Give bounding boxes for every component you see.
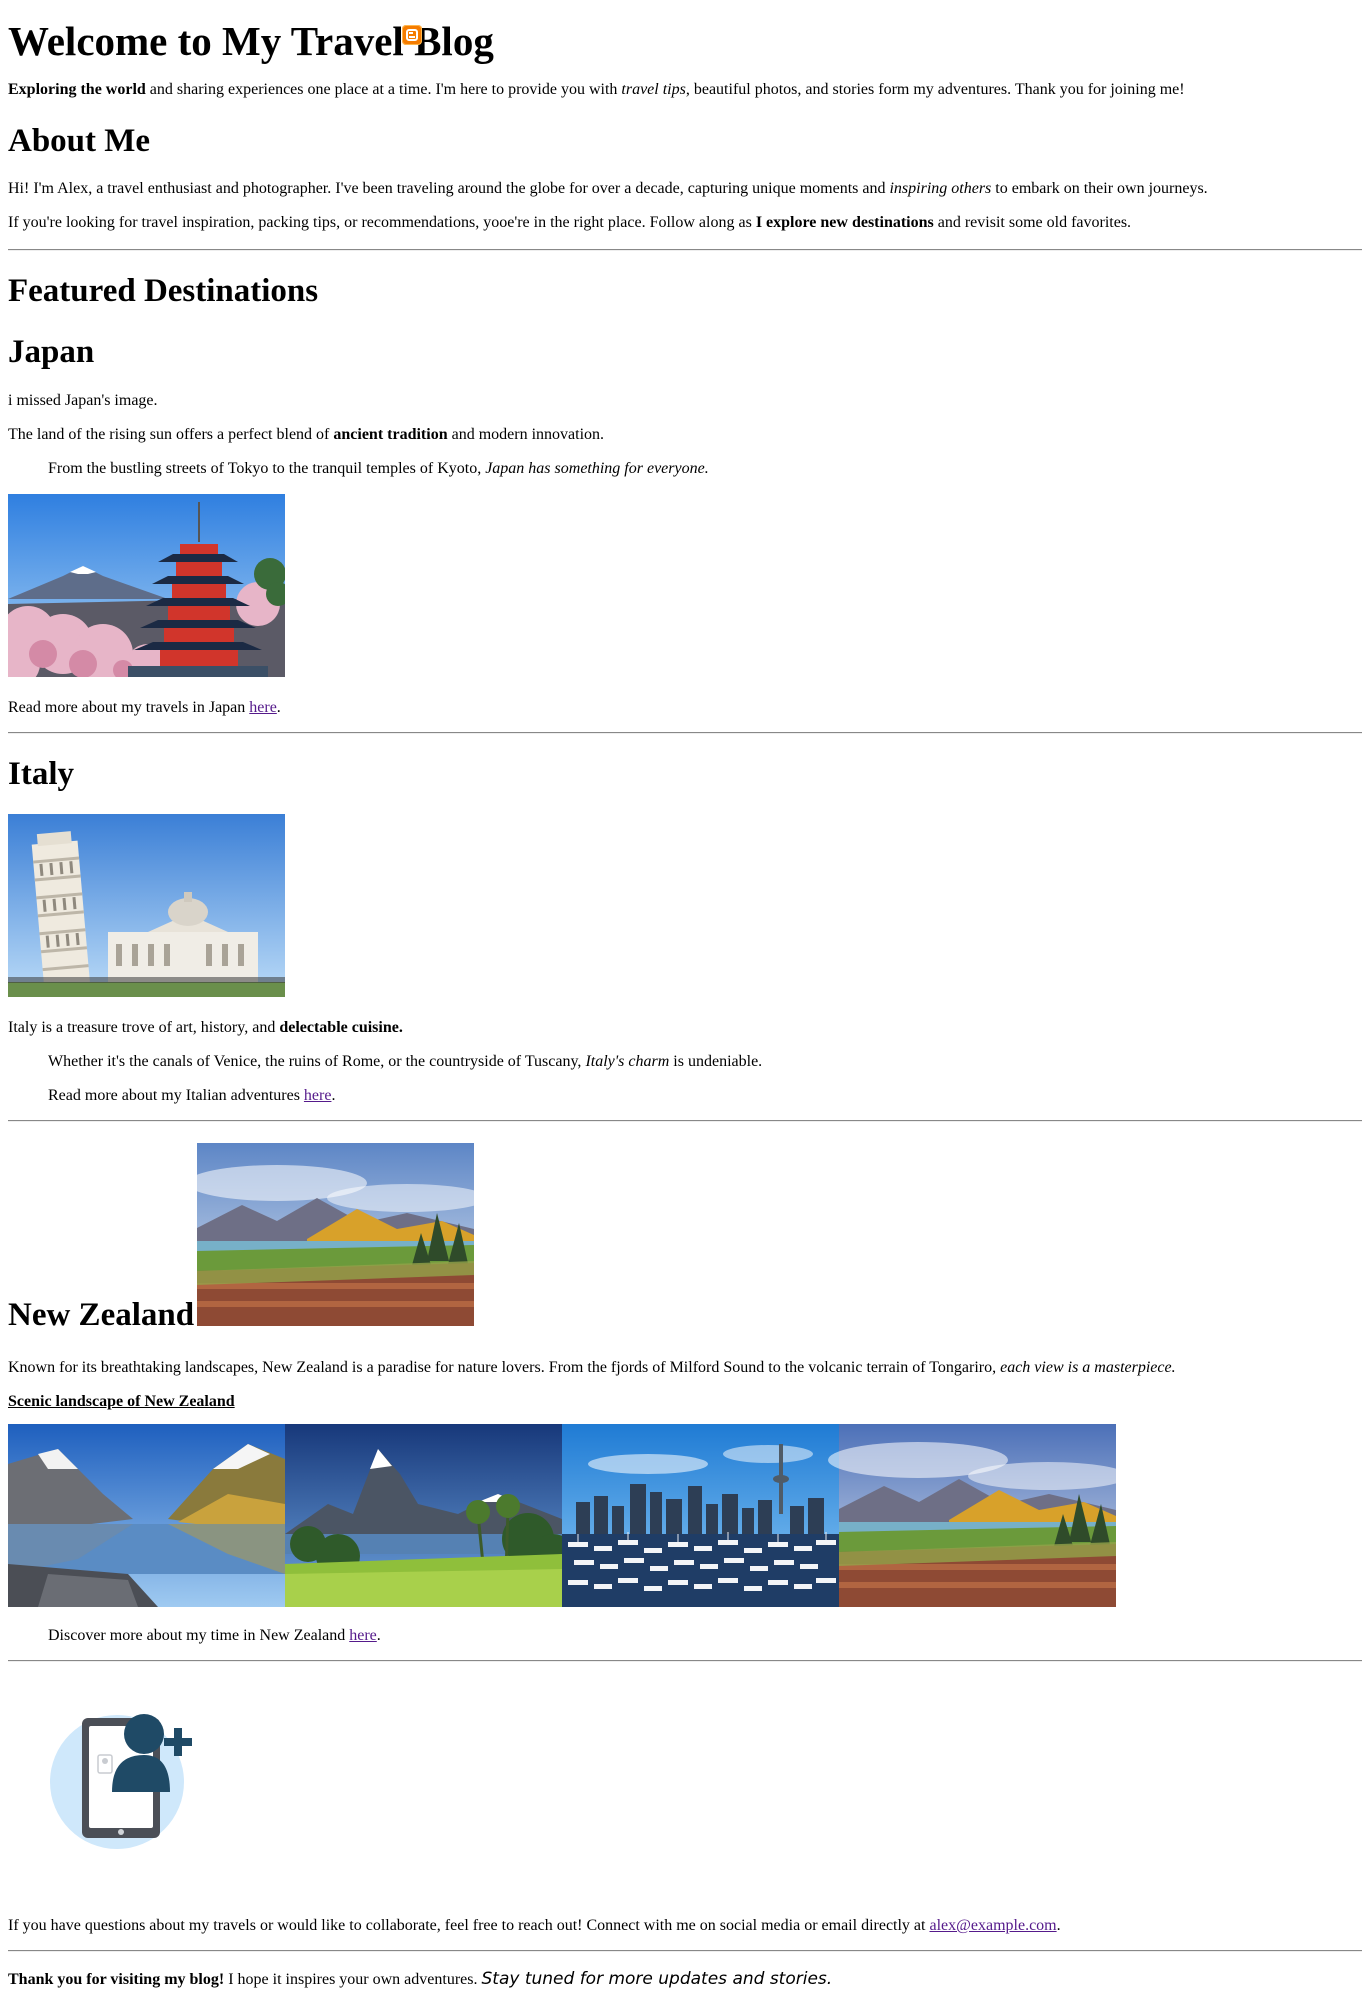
nz-discover-link[interactable]: here bbox=[349, 1627, 377, 1644]
footer-italic: Stay tuned for more updates and stories. bbox=[481, 1969, 833, 1989]
nz-gallery-milford-image bbox=[8, 1424, 285, 1607]
italy-paragraph-2: Whether it's the canals of Venice, the r… bbox=[48, 1053, 762, 1071]
italy-p2-text-1: Whether it's the canals of Venice, the r… bbox=[48, 1053, 586, 1070]
divider bbox=[8, 1950, 1362, 1952]
italy-read-more-text: Read more about my Italian adventures bbox=[48, 1087, 304, 1104]
japan-p2-italic: Japan has something for everyone. bbox=[485, 460, 709, 477]
footer-text: I hope it inspires your own adventures. bbox=[224, 1971, 482, 1988]
italy-p2-italic: Italy's charm bbox=[585, 1053, 670, 1070]
italy-heading: Italy bbox=[8, 756, 74, 792]
nz-gallery-caption-text: Scenic landscape of New Zealand bbox=[8, 1393, 235, 1410]
nz-heading-landscape-image bbox=[197, 1143, 474, 1326]
blogger-icon bbox=[402, 25, 422, 45]
italy-paragraph-1: Italy is a treasure trove of art, histor… bbox=[8, 1019, 403, 1037]
nz-discover-period: . bbox=[376, 1627, 381, 1644]
about-p2-text-1: If you're looking for travel inspiration… bbox=[8, 214, 756, 231]
nz-paragraph-1: Known for its breathtaking landscapes, N… bbox=[8, 1359, 1176, 1377]
add-contact-icon bbox=[50, 1714, 192, 1849]
nz-p1-text: Known for its breathtaking landscapes, N… bbox=[8, 1359, 1001, 1376]
japan-paragraph-1: The land of the rising sun offers a perf… bbox=[8, 426, 604, 444]
nz-gallery-auckland-image bbox=[562, 1424, 839, 1607]
divider bbox=[8, 249, 1362, 251]
italy-p1-text: Italy is a treasure trove of art, histor… bbox=[8, 1019, 280, 1036]
about-p1-text-1: Hi! I'm Alex, a travel enthusiast and ph… bbox=[8, 180, 890, 197]
italy-p1-bold: delectable cuisine. bbox=[279, 1019, 403, 1036]
intro-bold: Exploring the world bbox=[8, 81, 146, 98]
divider bbox=[8, 1120, 1362, 1122]
about-heading: About Me bbox=[8, 123, 151, 159]
nz-p1-italic: each view is a masterpiece. bbox=[1000, 1359, 1176, 1376]
about-p1-italic: inspiring others bbox=[889, 180, 992, 197]
japan-p1-bold: ancient tradition bbox=[333, 426, 448, 443]
about-paragraph-1: Hi! I'm Alex, a travel enthusiast and ph… bbox=[8, 180, 1208, 198]
japan-read-more: Read more about my travels in Japan here… bbox=[8, 699, 281, 717]
page: Welcome to My Travel Blog Exploring the … bbox=[0, 0, 1366, 2001]
about-paragraph-2: If you're looking for travel inspiration… bbox=[8, 214, 1131, 232]
italy-read-more-link[interactable]: here bbox=[304, 1087, 332, 1104]
japan-paragraph-2: From the bustling streets of Tokyo to th… bbox=[48, 460, 709, 478]
japan-p1-text-1: The land of the rising sun offers a perf… bbox=[8, 426, 334, 443]
intro-paragraph: Exploring the world and sharing experien… bbox=[8, 81, 1185, 99]
japan-read-more-link[interactable]: here bbox=[249, 699, 277, 716]
footer-bold: Thank you for visiting my blog! bbox=[8, 1971, 225, 1988]
about-p1-text-2: to embark on their own journeys. bbox=[991, 180, 1208, 197]
email-link[interactable]: alex@example.com bbox=[929, 1917, 1056, 1934]
intro-italic: travel tips bbox=[621, 81, 686, 98]
contact-paragraph: If you have questions about my travels o… bbox=[8, 1917, 1061, 1935]
nz-discover: Discover more about my time in New Zeala… bbox=[48, 1627, 381, 1645]
nz-gallery-mitre-peak-image bbox=[285, 1424, 575, 1607]
italy-read-more-period: . bbox=[331, 1087, 336, 1104]
japan-missing-image-text: i missed Japan's image. bbox=[8, 392, 158, 409]
contact-text: If you have questions about my travels o… bbox=[8, 1917, 930, 1934]
italy-read-more: Read more about my Italian adventures he… bbox=[48, 1087, 335, 1105]
divider bbox=[8, 732, 1362, 734]
footer-paragraph: Thank you for visiting my blog! I hope i… bbox=[8, 1969, 833, 1990]
japan-p1-text-2: and modern innovation. bbox=[447, 426, 605, 443]
japan-read-more-text: Read more about my travels in Japan bbox=[8, 699, 250, 716]
nz-gallery-caption: Scenic landscape of New Zealand bbox=[8, 1393, 235, 1411]
italy-pisa-image bbox=[8, 814, 285, 997]
about-p2-text-2: and revisit some old favorites. bbox=[933, 214, 1132, 231]
italy-p2-text-2: is undeniable. bbox=[669, 1053, 763, 1070]
intro-text-2: , beautiful photos, and stories form my … bbox=[685, 81, 1185, 98]
featured-heading: Featured Destinations bbox=[8, 273, 319, 309]
japan-pagoda-image bbox=[8, 494, 285, 677]
nz-heading: New Zealand bbox=[8, 1297, 195, 1333]
japan-p2-text-1: From the bustling streets of Tokyo to th… bbox=[48, 460, 486, 477]
nz-gallery-tussock-image bbox=[828, 1424, 1116, 1607]
nz-gallery bbox=[8, 1424, 1116, 1607]
contact-period: . bbox=[1056, 1917, 1061, 1934]
about-p2-bold: I explore new destinations bbox=[755, 214, 934, 231]
intro-text-1: and sharing experiences one place at a t… bbox=[145, 81, 622, 98]
nz-discover-text: Discover more about my time in New Zeala… bbox=[48, 1627, 350, 1644]
japan-heading: Japan bbox=[8, 334, 95, 370]
japan-read-more-period: . bbox=[276, 699, 281, 716]
divider bbox=[8, 1660, 1362, 1662]
